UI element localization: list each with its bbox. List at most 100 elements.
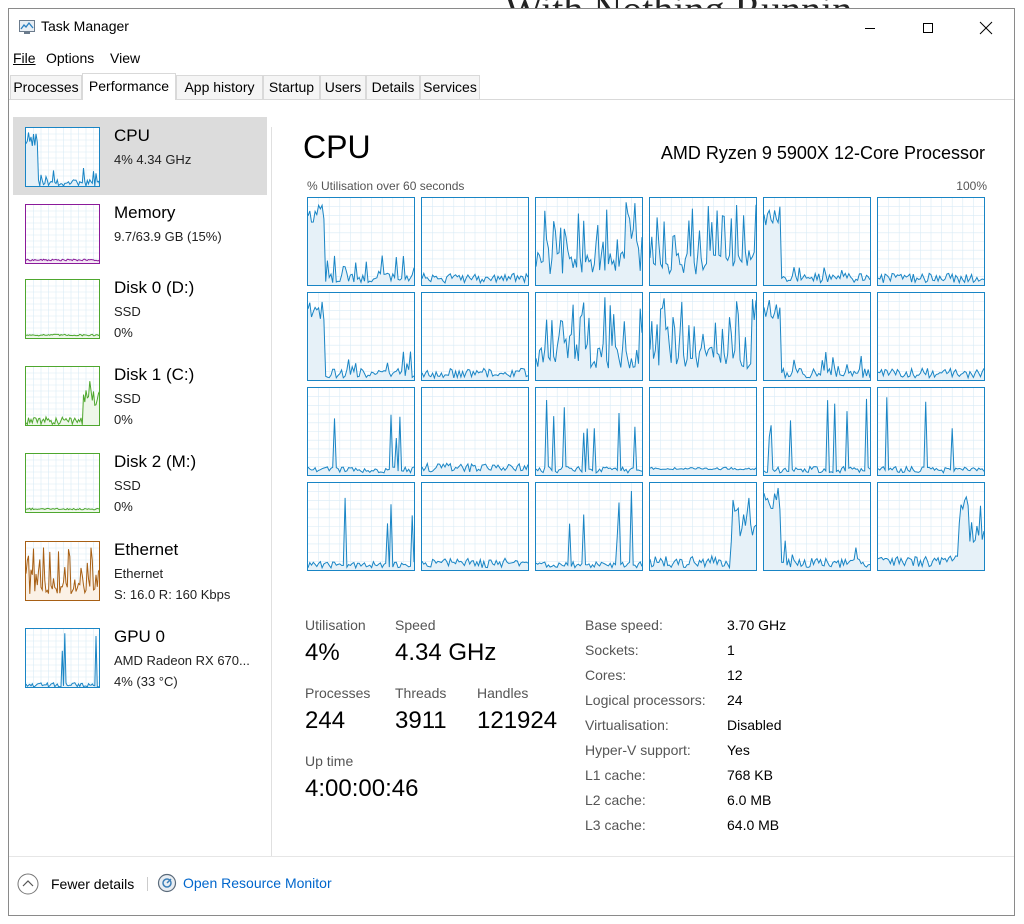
spec-value: 6.0 MB [727,792,772,808]
gpu-thumbnail-graph [25,628,100,688]
logical-processor-graph [877,197,985,286]
sidebar-item-disk2[interactable]: Disk 2 (M:) SSD 0% [13,443,267,521]
logical-processor-graph [535,482,643,571]
sidebar-item-detail: 0% [114,325,133,340]
logical-processor-graph [421,197,529,286]
spec-value: 12 [727,667,743,683]
logical-processor-graph [763,292,871,381]
spec-label: Base speed: [585,617,663,633]
spec-value: 1 [727,642,735,658]
spec-label: Logical processors: [585,692,706,708]
logical-processor-graph [877,292,985,381]
menu-view[interactable]: View [110,50,140,66]
tab-details[interactable]: Details [366,75,420,99]
task-manager-window: Task Manager File Options View Processes… [8,8,1015,916]
logical-processor-graph [649,387,757,476]
logical-processor-graph [307,292,415,381]
sidebar-item-detail: S: 16.0 R: 160 Kbps [114,587,231,602]
logical-processor-graph [421,482,529,571]
maximize-icon [923,23,933,33]
tab-services[interactable]: Services [420,75,480,99]
tab-performance[interactable]: Performance [82,73,176,100]
sidebar-item-detail: 9.7/63.9 GB (15%) [114,229,222,244]
logical-processor-graph [649,197,757,286]
sidebar-item-type: SSD [114,304,141,319]
tab-users[interactable]: Users [320,75,366,99]
fewer-details-button[interactable]: Fewer details [17,873,137,897]
processor-usage-trace [764,198,870,285]
sidebar-item-name: CPU [114,126,150,145]
processor-usage-trace [764,293,870,380]
minimize-button[interactable] [841,9,899,47]
processor-usage-trace [536,293,642,380]
logical-processor-graph [763,197,871,286]
processor-usage-trace [878,388,984,475]
logical-processor-graph [307,197,415,286]
sidebar-item-type: Ethernet [114,566,164,581]
sidebar-item-memory[interactable]: Memory 9.7/63.9 GB (15%) [13,194,267,272]
sidebar-item-name: Disk 0 (D:) [114,278,195,297]
processor-usage-trace [422,483,528,570]
tab-processes[interactable]: Processes [10,75,82,99]
sidebar-item-name: Memory [114,203,176,222]
open-resource-monitor-label: Open Resource Monitor [183,875,332,891]
processes-label: Processes [305,685,371,701]
tab-startup[interactable]: Startup [263,75,320,99]
fewer-details-label: Fewer details [51,876,135,892]
spec-label: L3 cache: [585,817,646,833]
logical-processor-graph [763,482,871,571]
sidebar-item-name: Ethernet [114,540,179,559]
sidebar-item-detail: 0% [114,499,133,514]
menu-options[interactable]: Options [46,50,94,66]
sidebar-item-ethernet[interactable]: Ethernet Ethernet S: 16.0 R: 160 Kbps [13,531,267,609]
tab-app-history[interactable]: App history [176,75,263,99]
processor-usage-trace [878,293,984,380]
logical-processor-graph [307,482,415,571]
sidebar-item-cpu[interactable]: CPU 4% 4.34 GHz [13,117,267,195]
spec-label: Virtualisation: [585,717,669,733]
performance-sidebar: CPU 4% 4.34 GHz Memory 9.7/63.9 GB (15%)… [9,107,271,867]
sidebar-item-type: AMD Radeon RX 670... [114,653,250,668]
sidebar-item-name: Disk 1 (C:) [114,365,195,384]
sidebar-item-disk0[interactable]: Disk 0 (D:) SSD 0% [13,269,267,347]
close-button[interactable] [957,9,1014,47]
cpu-detail-panel: CPU AMD Ryzen 9 5900X 12-Core Processor … [299,107,999,847]
minimize-icon [865,28,875,29]
disk0-thumbnail-graph [25,279,100,339]
title-bar: Task Manager [9,9,1014,47]
sidebar-item-gpu0[interactable]: GPU 0 AMD Radeon RX 670... 4% (33 °C) [13,618,267,696]
speed-label: Speed [395,617,436,633]
memory-thumbnail-graph [25,204,100,264]
handles-value: 121924 [477,707,558,734]
processor-usage-trace [308,198,414,285]
sidebar-item-disk1[interactable]: Disk 1 (C:) SSD 0% [13,356,267,434]
sidebar-item-detail: 4% (33 °C) [114,674,178,689]
logical-processor-graph [535,197,643,286]
graph-label: % Utilisation over 60 seconds [307,179,465,193]
processor-usage-trace [536,388,642,475]
processor-usage-trace [650,293,756,380]
processor-usage-trace [422,293,528,380]
spec-value: 768 KB [727,767,773,783]
maximize-button[interactable] [899,9,957,47]
menu-file[interactable]: File [13,50,36,66]
utilisation-label: Utilisation [305,617,366,633]
processor-usage-trace [764,483,870,570]
disk2-thumbnail-graph [25,453,100,513]
footer-separator [147,877,148,891]
spec-label: Cores: [585,667,627,683]
resource-monitor-icon [157,873,177,893]
open-resource-monitor-link[interactable]: Open Resource Monitor [157,873,357,897]
processor-usage-trace [308,388,414,475]
sidebar-item-name: Disk 2 (M:) [114,452,197,471]
threads-value: 3911 [395,707,447,734]
window-title: Task Manager [41,18,129,34]
sidebar-divider [271,127,272,857]
logical-processor-graph [649,482,757,571]
cpu-thumbnail-graph [25,127,100,187]
speed-value: 4.34 GHz [395,639,497,666]
page-title: CPU [303,129,371,165]
threads-label: Threads [395,685,447,701]
spec-label: L2 cache: [585,792,646,808]
tab-bar: Processes Performance App history Startu… [9,73,1014,100]
